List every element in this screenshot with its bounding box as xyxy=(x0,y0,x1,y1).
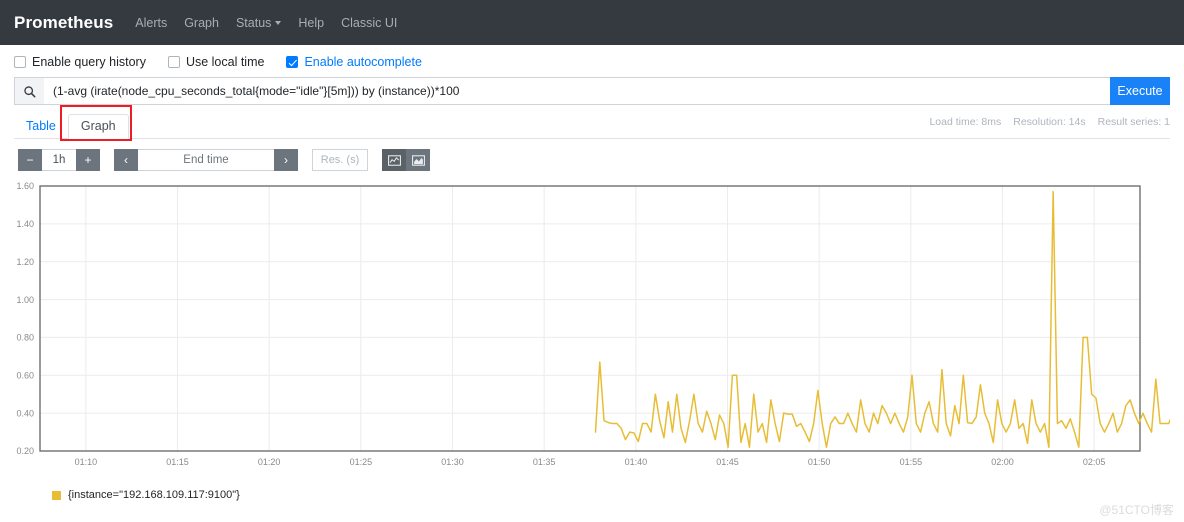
query-row: (1-avg (irate(node_cpu_seconds_total{mod… xyxy=(14,77,1170,105)
svg-text:1.00: 1.00 xyxy=(16,295,34,305)
query-options-row: Enable query history Use local time Enab… xyxy=(0,45,1184,77)
stat-result-series: Result series: 1 xyxy=(1097,116,1170,128)
legend-series-label[interactable]: {instance="192.168.109.117:9100"} xyxy=(68,489,240,501)
query-input[interactable]: (1-avg (irate(node_cpu_seconds_total{mod… xyxy=(44,77,1110,105)
end-time-control-group: ‹ End time › xyxy=(114,149,298,171)
range-control-group: − 1h + xyxy=(18,149,100,171)
brand-logo[interactable]: Prometheus xyxy=(14,13,113,33)
end-time-input[interactable]: End time xyxy=(138,149,274,171)
option-use-local-time[interactable]: Use local time xyxy=(167,55,265,69)
option-enable-autocomplete[interactable]: Enable autocomplete xyxy=(286,55,422,69)
svg-text:01:55: 01:55 xyxy=(900,457,923,467)
line-chart-icon[interactable] xyxy=(382,149,406,171)
stacked-chart-icon[interactable] xyxy=(406,149,430,171)
watermark: @51CTO博客 xyxy=(1099,503,1174,517)
chevron-down-icon xyxy=(275,21,282,26)
stat-resolution: Resolution: 14s xyxy=(1013,116,1086,128)
svg-text:01:10: 01:10 xyxy=(75,457,98,467)
svg-text:0.80: 0.80 xyxy=(16,333,34,343)
use-local-time-label: Use local time xyxy=(185,55,265,69)
svg-text:1.20: 1.20 xyxy=(16,257,34,267)
svg-text:02:00: 02:00 xyxy=(991,457,1014,467)
nav-link-classic-ui[interactable]: Classic UI xyxy=(341,16,397,30)
graph-chart[interactable]: 0.20 0.40 0.60 0.80 1.00 1.20 1.40 1.60 01:10 01:… xyxy=(14,179,1170,479)
navbar: Prometheus Alerts Graph Status Help Clas… xyxy=(0,0,1184,45)
option-enable-query-history[interactable]: Enable query history xyxy=(14,55,146,69)
svg-text:01:45: 01:45 xyxy=(716,457,739,467)
tab-graph[interactable]: Graph xyxy=(67,114,129,139)
search-icon xyxy=(14,77,44,105)
svg-text:0.60: 0.60 xyxy=(16,370,34,380)
increase-range-button[interactable]: + xyxy=(76,149,100,171)
chart-legend: {instance="192.168.109.117:9100"} xyxy=(52,489,1184,501)
svg-text:01:15: 01:15 xyxy=(166,457,189,467)
chart-type-toggle-group xyxy=(382,149,430,171)
resolution-control-group: Res. (s) xyxy=(312,149,368,171)
svg-text:01:35: 01:35 xyxy=(533,457,556,467)
nav-link-status[interactable]: Status xyxy=(235,15,282,30)
svg-text:1.40: 1.40 xyxy=(16,219,34,229)
nav-link-graph[interactable]: Graph xyxy=(184,16,219,30)
tab-table[interactable]: Table xyxy=(14,115,68,138)
svg-text:01:25: 01:25 xyxy=(350,457,373,467)
graph-controls: − 1h + ‹ End time › Res. (s) xyxy=(18,149,1184,171)
nav-link-help[interactable]: Help xyxy=(298,16,324,30)
svg-text:1.60: 1.60 xyxy=(16,181,34,191)
svg-text:01:40: 01:40 xyxy=(625,457,648,467)
query-stats: Load time: 8ms Resolution: 14s Result se… xyxy=(929,116,1170,128)
enable-autocomplete-label: Enable autocomplete xyxy=(304,55,422,69)
nav-link-status-label: Status xyxy=(235,15,272,30)
enable-query-history-checkbox[interactable] xyxy=(14,56,26,68)
svg-text:0.40: 0.40 xyxy=(16,408,34,418)
svg-text:01:50: 01:50 xyxy=(808,457,831,467)
stat-load-time: Load time: 8ms xyxy=(929,116,1002,128)
svg-text:0.20: 0.20 xyxy=(16,446,34,456)
svg-text:02:05: 02:05 xyxy=(1083,457,1106,467)
prometheus-graph-page: Prometheus Alerts Graph Status Help Clas… xyxy=(0,0,1184,522)
nav-link-alerts[interactable]: Alerts xyxy=(135,16,167,30)
resolution-input[interactable]: Res. (s) xyxy=(312,149,368,171)
legend-color-swatch xyxy=(52,490,61,500)
chart-svg: 0.20 0.40 0.60 0.80 1.00 1.20 1.40 1.60 01:10 01:… xyxy=(16,181,1170,467)
next-time-button[interactable]: › xyxy=(274,149,298,171)
decrease-range-button[interactable]: − xyxy=(18,149,42,171)
enable-query-history-label: Enable query history xyxy=(32,55,146,69)
use-local-time-checkbox[interactable] xyxy=(167,56,180,68)
svg-text:01:20: 01:20 xyxy=(258,457,281,467)
previous-time-button[interactable]: ‹ xyxy=(114,149,138,171)
result-tabs: Table Graph Load time: 8ms Resolution: 1… xyxy=(14,105,1170,141)
svg-text:01:30: 01:30 xyxy=(441,457,464,467)
enable-autocomplete-checkbox[interactable] xyxy=(286,56,299,68)
range-input[interactable]: 1h xyxy=(42,149,76,171)
execute-button[interactable]: Execute xyxy=(1110,77,1170,105)
